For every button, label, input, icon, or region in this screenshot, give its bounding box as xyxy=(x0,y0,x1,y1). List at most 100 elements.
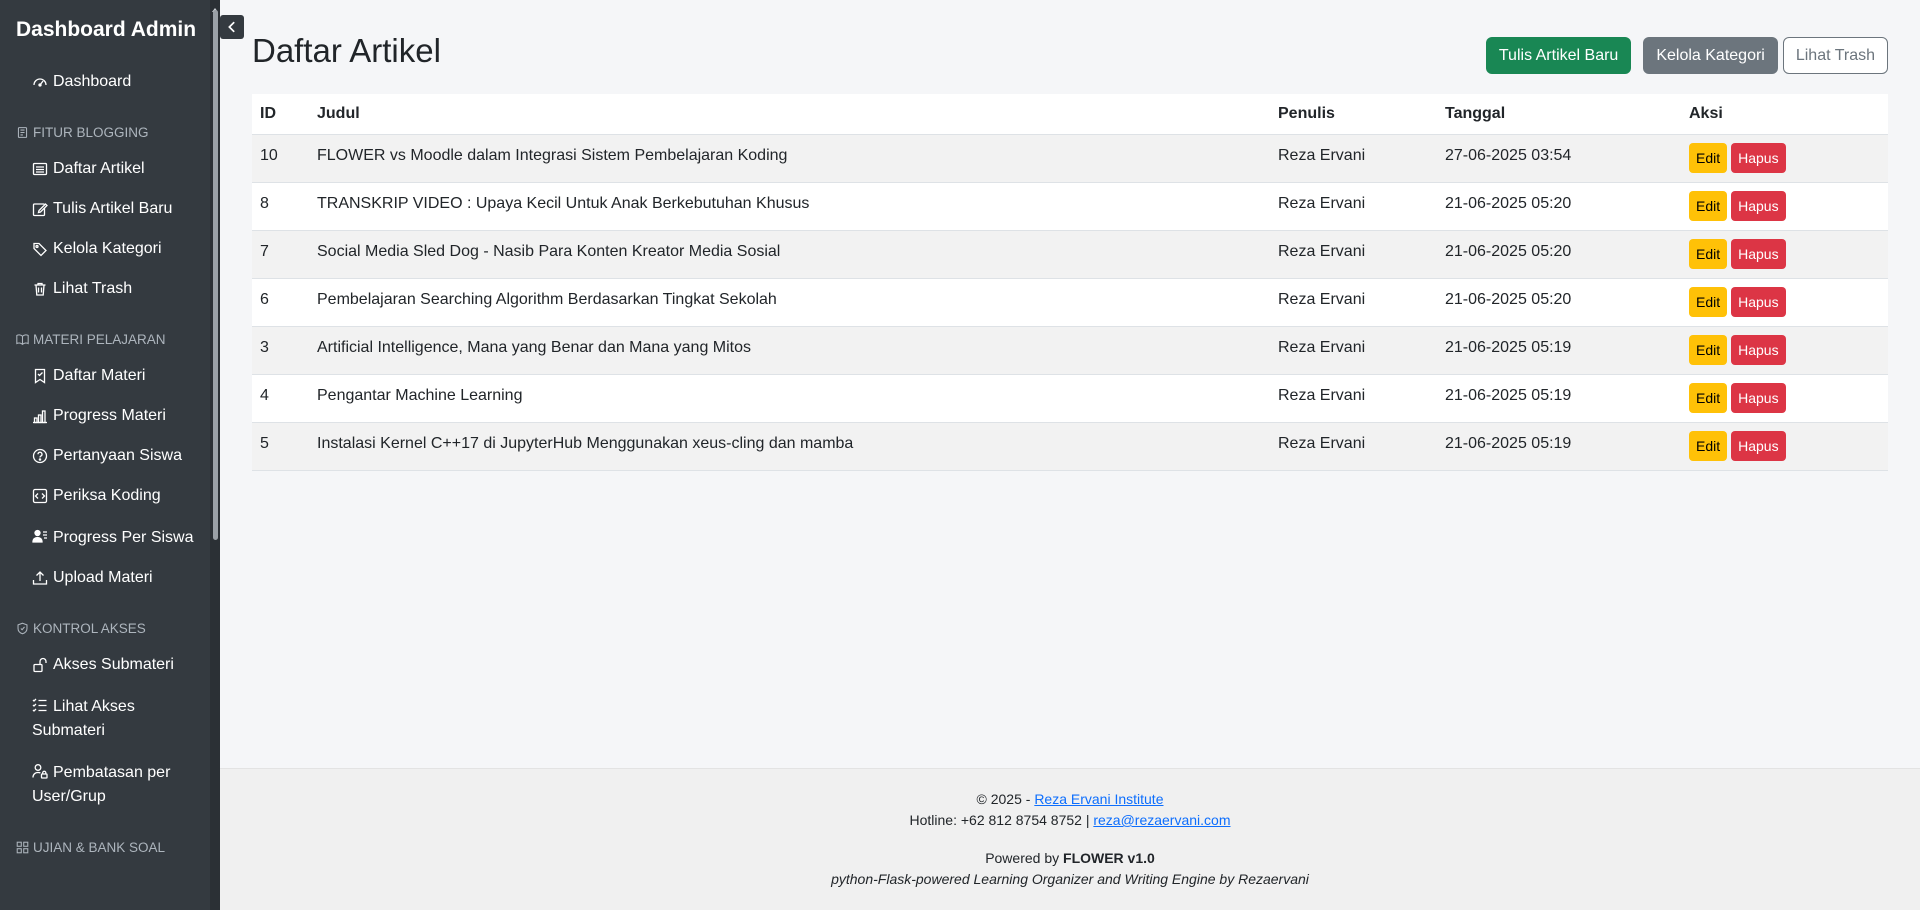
bookmark-icon xyxy=(32,368,48,384)
sidebar-item-label: Daftar Materi xyxy=(53,367,146,384)
sidebar-item-akses-submateri[interactable]: Akses Submateri xyxy=(0,645,220,685)
cell-id: 3 xyxy=(252,326,309,375)
delete-button[interactable]: Hapus xyxy=(1731,143,1786,173)
footer: © 2025 - Reza Ervani Institute Hotline: … xyxy=(220,768,1920,910)
edit-button[interactable]: Edit xyxy=(1689,431,1728,461)
section-kontrol-akses: KONTROL AKSES xyxy=(0,618,220,638)
sidebar-scrollbar[interactable] xyxy=(210,0,220,910)
tags-icon xyxy=(32,241,48,257)
cell-judul: Social Media Sled Dog - Nasib Para Konte… xyxy=(309,230,1270,279)
cell-tanggal: 21-06-2025 05:20 xyxy=(1437,182,1681,231)
view-trash-button[interactable]: Lihat Trash xyxy=(1782,37,1888,74)
bar-chart-icon xyxy=(32,408,48,424)
cell-judul: TRANSKRIP VIDEO : Upaya Kecil Untuk Anak… xyxy=(309,182,1270,231)
write-new-article-button[interactable]: Tulis Artikel Baru xyxy=(1485,37,1632,74)
column-header-tanggal[interactable]: Tanggal xyxy=(1437,94,1681,135)
sidebar-item-pembatasan[interactable]: Pembatasan per User/Grup xyxy=(0,751,220,817)
sidebar-item-label: Pembatasan per User/Grup xyxy=(32,764,171,805)
footer-copyright: © 2025 - Reza Ervani Institute xyxy=(220,789,1920,810)
sidebar-item-label: Upload Materi xyxy=(53,569,153,586)
sidebar-item-daftar-materi[interactable]: Daftar Materi xyxy=(0,356,220,396)
person-lock-icon xyxy=(32,763,48,779)
table-row: 6 Pembelajaran Searching Algorithm Berda… xyxy=(252,278,1888,327)
sidebar-item-upload-materi[interactable]: Upload Materi xyxy=(0,558,220,598)
cell-aksi: Edit Hapus xyxy=(1681,326,1888,375)
cell-tanggal: 21-06-2025 05:19 xyxy=(1437,422,1681,471)
header-actions: Tulis Artikel Baru Kelola Kategori Lihat… xyxy=(1485,37,1888,74)
sidebar-item-label: Dashboard xyxy=(53,73,132,90)
delete-button[interactable]: Hapus xyxy=(1731,383,1786,413)
cell-penulis: Reza Ervani xyxy=(1270,278,1437,327)
edit-button[interactable]: Edit xyxy=(1689,335,1728,365)
footer-tagline: python-Flask-powered Learning Organizer … xyxy=(831,871,1309,887)
cell-penulis: Reza Ervani xyxy=(1270,422,1437,471)
cell-id: 10 xyxy=(252,134,309,183)
cell-penulis: Reza Ervani xyxy=(1270,134,1437,183)
sidebar-item-dashboard[interactable]: Dashboard xyxy=(0,62,220,102)
table-row: 3 Artificial Intelligence, Mana yang Ben… xyxy=(252,326,1888,375)
delete-button[interactable]: Hapus xyxy=(1731,287,1786,317)
person-lines-icon xyxy=(32,528,48,544)
footer-powered: Powered by FLOWER v1.0 xyxy=(220,848,1920,869)
cell-judul: Pengantar Machine Learning xyxy=(309,374,1270,423)
edit-button[interactable]: Edit xyxy=(1689,383,1728,413)
journal-icon xyxy=(16,126,29,139)
edit-button[interactable]: Edit xyxy=(1689,143,1728,173)
section-ujian-bank-soal: UJIAN & BANK SOAL xyxy=(0,837,220,857)
unlock-icon xyxy=(32,657,48,673)
sidebar-item-periksa-koding[interactable]: Periksa Koding xyxy=(0,476,220,516)
cell-penulis: Reza Ervani xyxy=(1270,374,1437,423)
section-fitur-blogging: FITUR BLOGGING xyxy=(0,122,220,142)
cell-tanggal: 21-06-2025 05:19 xyxy=(1437,326,1681,375)
sidebar-item-lihat-akses-submateri[interactable]: Lihat Akses Submateri xyxy=(0,685,220,751)
upload-icon xyxy=(32,570,48,586)
sidebar-item-progress-materi[interactable]: Progress Materi xyxy=(0,396,220,436)
sidebar: Dashboard Admin Dashboard FITUR BLOGGING… xyxy=(0,0,220,910)
cell-judul: Instalasi Kernel C++17 di JupyterHub Men… xyxy=(309,422,1270,471)
delete-button[interactable]: Hapus xyxy=(1731,431,1786,461)
code-square-icon xyxy=(32,488,48,504)
email-link[interactable]: reza@rezaervani.com xyxy=(1093,812,1230,828)
edit-button[interactable]: Edit xyxy=(1689,191,1728,221)
hotline-text: Hotline: +62 812 8754 8752 | xyxy=(909,812,1094,828)
column-header-judul[interactable]: Judul xyxy=(309,94,1270,135)
section-label: KONTROL AKSES xyxy=(33,620,146,636)
book-icon xyxy=(16,333,29,346)
section-label: UJIAN & BANK SOAL xyxy=(33,839,166,855)
copyright-text: © 2025 - xyxy=(976,791,1035,807)
delete-button[interactable]: Hapus xyxy=(1731,191,1786,221)
sidebar-item-tulis-artikel[interactable]: Tulis Artikel Baru xyxy=(0,189,220,229)
manage-category-button[interactable]: Kelola Kategori xyxy=(1643,37,1778,74)
sidebar-item-pertanyaan-siswa[interactable]: Pertanyaan Siswa xyxy=(0,436,220,476)
product-name: FLOWER v1.0 xyxy=(1063,850,1155,866)
sidebar-item-progress-per-siswa[interactable]: Progress Per Siswa xyxy=(0,516,220,558)
cell-aksi: Edit Hapus xyxy=(1681,278,1888,327)
cell-judul: FLOWER vs Moodle dalam Integrasi Sistem … xyxy=(309,134,1270,183)
sidebar-item-label: Lihat Trash xyxy=(53,280,133,297)
column-header-penulis[interactable]: Penulis xyxy=(1270,94,1437,135)
pencil-square-icon xyxy=(32,201,48,217)
column-header-aksi: Aksi xyxy=(1681,94,1888,135)
edit-button[interactable]: Edit xyxy=(1689,287,1728,317)
delete-button[interactable]: Hapus xyxy=(1731,239,1786,269)
scrollbar-thumb[interactable] xyxy=(213,10,218,540)
sidebar-item-lihat-trash[interactable]: Lihat Trash xyxy=(0,269,220,309)
sidebar-item-label: Pertanyaan Siswa xyxy=(53,447,182,464)
cell-judul: Artificial Intelligence, Mana yang Benar… xyxy=(309,326,1270,375)
scroll-up-arrow-icon[interactable] xyxy=(212,0,218,12)
articles-table: ID Judul Penulis Tanggal Aksi 10 FLOWER … xyxy=(252,94,1888,471)
cell-aksi: Edit Hapus xyxy=(1681,134,1888,183)
table-row: 4 Pengantar Machine Learning Reza Ervani… xyxy=(252,374,1888,423)
sidebar-item-daftar-artikel[interactable]: Daftar Artikel xyxy=(0,149,220,189)
delete-button[interactable]: Hapus xyxy=(1731,335,1786,365)
edit-button[interactable]: Edit xyxy=(1689,239,1728,269)
column-header-id[interactable]: ID xyxy=(252,94,309,135)
shield-icon xyxy=(16,622,29,635)
institute-link[interactable]: Reza Ervani Institute xyxy=(1034,791,1163,807)
cell-aksi: Edit Hapus xyxy=(1681,182,1888,231)
question-circle-icon xyxy=(32,448,48,464)
sidebar-item-kelola-kategori[interactable]: Kelola Kategori xyxy=(0,229,220,269)
speedometer-icon xyxy=(32,74,48,90)
trash-icon xyxy=(32,281,48,297)
sidebar-item-label: Periksa Koding xyxy=(53,487,161,504)
